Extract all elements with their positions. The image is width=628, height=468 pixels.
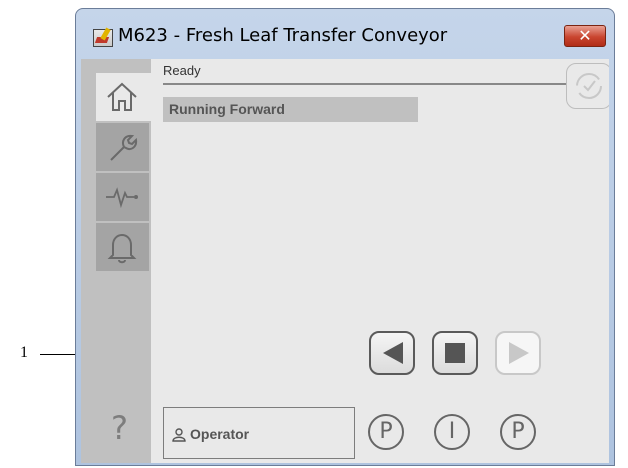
close-button[interactable]: ✕ [564, 25, 606, 47]
operator-label: Operator [190, 426, 250, 442]
pulse-icon [106, 187, 138, 209]
program-mode-icon[interactable]: P [368, 414, 404, 450]
tab-alarms[interactable] [96, 223, 149, 271]
home-icon [107, 82, 137, 111]
bell-icon [107, 233, 137, 264]
sync-button[interactable] [566, 63, 609, 109]
user-icon [172, 428, 186, 442]
interlock-icon[interactable]: I [434, 414, 470, 450]
stop-button[interactable] [432, 331, 478, 375]
title-bar[interactable]: M623 - Fresh Leaf Transfer Conveyor ✕ [76, 9, 614, 59]
play-forward-icon [509, 342, 529, 364]
permissive-icon[interactable]: P [500, 414, 536, 450]
tab-maintenance[interactable] [96, 123, 149, 171]
help-icon[interactable]: ? [111, 409, 128, 447]
app-icon [93, 29, 113, 47]
state-indicator: Running Forward [163, 97, 418, 122]
wrench-icon [110, 134, 138, 161]
callout-number: 1 [20, 344, 28, 361]
stop-icon [445, 343, 465, 363]
tab-trends[interactable] [96, 173, 149, 221]
operator-button[interactable]: Operator [163, 407, 355, 459]
forward-button[interactable] [495, 331, 541, 375]
reverse-button[interactable] [369, 331, 415, 375]
tab-home[interactable] [96, 73, 166, 121]
status-divider [163, 83, 609, 85]
status-text: Ready [163, 63, 201, 78]
play-reverse-icon [383, 342, 403, 364]
window-title: M623 - Fresh Leaf Transfer Conveyor [118, 25, 448, 46]
faceplate-window: M623 - Fresh Leaf Transfer Conveyor ✕ ? … [75, 8, 615, 466]
faceplate-body: ? Ready Running Forward Operator P I P [81, 59, 609, 463]
sync-icon [576, 73, 602, 99]
